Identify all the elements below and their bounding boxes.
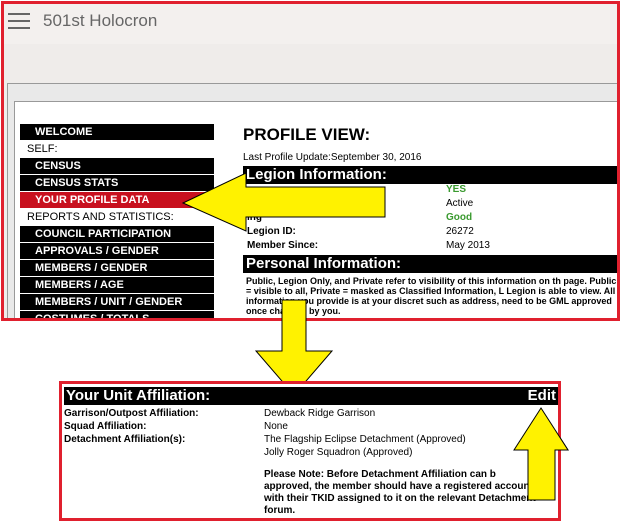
up-arrow-overlay [513,407,569,501]
annotation-arrows-top [513,407,569,501]
